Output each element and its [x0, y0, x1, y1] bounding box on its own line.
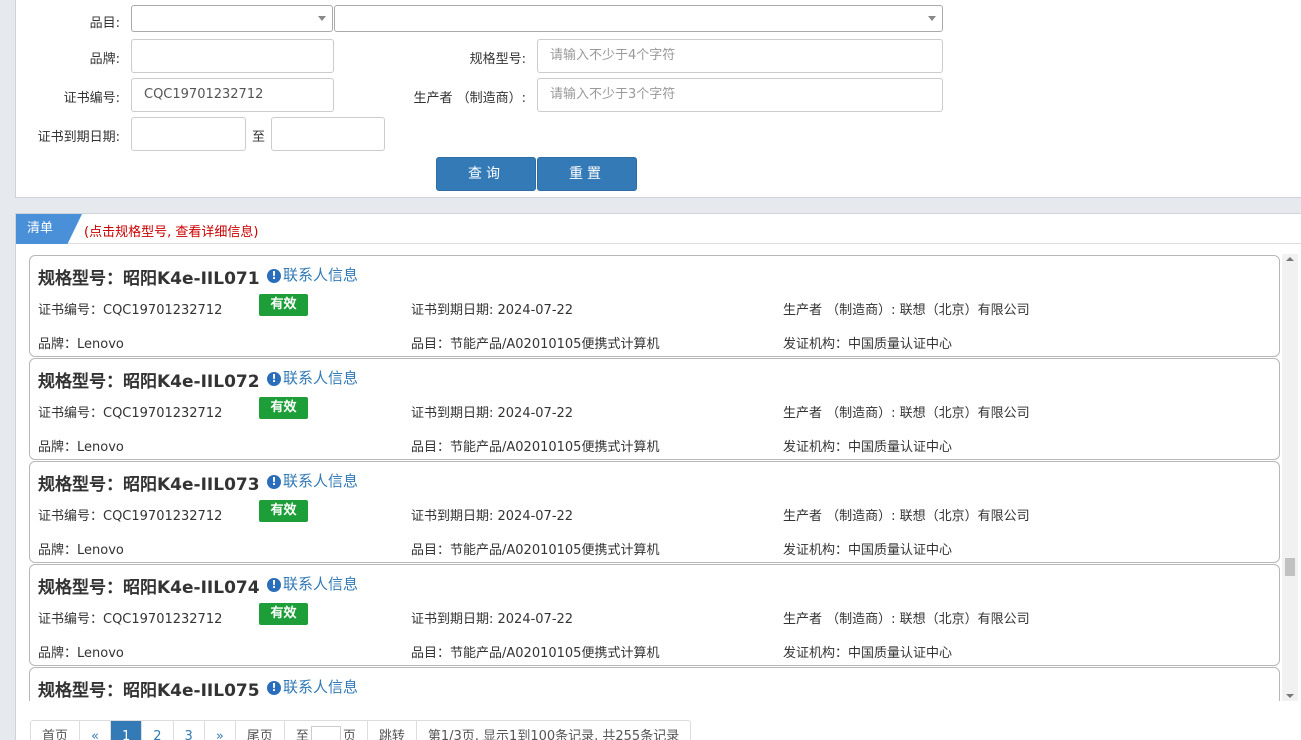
cert-no: 证书编号：CQC19701232712 — [38, 406, 223, 421]
cert-no: 证书编号：CQC19701232712 — [38, 612, 223, 627]
scroll-up-icon[interactable] — [1286, 257, 1294, 261]
cert-no-input[interactable]: CQC19701232712 — [131, 78, 334, 112]
category: 品目：节能产品/A02010105便携式计算机 — [411, 337, 660, 352]
contact-info-link[interactable]: ! 联系人信息 — [267, 367, 358, 388]
cert-no: 证书编号：CQC19701232712 — [38, 303, 223, 318]
model-title-link[interactable]: 规格型号：昭阳K4e-IIL073 — [38, 470, 260, 495]
contact-info-link[interactable]: ! 联系人信息 — [267, 264, 358, 285]
brand-label: 品牌: — [89, 52, 120, 67]
issuer: 发证机构：中国质量认证中心 — [783, 646, 953, 661]
issuer: 发证机构：中国质量认证中心 — [783, 337, 953, 352]
goto-page-input[interactable] — [310, 725, 341, 740]
info-icon: ! — [267, 269, 281, 283]
model-title-link[interactable]: 规格型号：昭阳K4e-IIL075 — [38, 676, 260, 701]
chevron-down-icon — [928, 16, 936, 21]
search-panel: 品目: 品牌: 规格型号: 请输入不少于4个字符 证书编号: CQC197012… — [15, 0, 1301, 198]
first-page-button[interactable]: 首页 — [31, 721, 81, 740]
info-icon: ! — [267, 578, 281, 592]
category-select-secondary[interactable] — [334, 5, 943, 32]
scroll-down-icon[interactable] — [1286, 694, 1294, 698]
scroll-thumb[interactable] — [1285, 558, 1295, 576]
model-input[interactable]: 请输入不少于4个字符 — [537, 39, 943, 73]
list-panel: 清单 (点击规格型号, 查看详细信息) 规格型号：昭阳K4e-IIL071 ! 联… — [15, 213, 1301, 740]
manufacturer: 生产者 （制造商）: 联想（北京）有限公司 — [783, 612, 1030, 627]
page-2-button[interactable]: 2 — [142, 721, 174, 740]
query-button[interactable]: 查询 — [436, 157, 536, 191]
contact-info-link[interactable]: ! 联系人信息 — [267, 676, 358, 697]
expiry-start-input[interactable] — [131, 117, 246, 151]
list-hint: (点击规格型号, 查看详细信息) — [84, 225, 259, 240]
list-header: 清单 (点击规格型号, 查看详细信息) — [16, 214, 1301, 244]
list-scrollbar[interactable] — [1282, 254, 1298, 701]
result-card: 规格型号：昭阳K4e-IIL073 ! 联系人信息 证书编号：CQC1970123… — [29, 461, 1280, 563]
category: 品目：节能产品/A02010105便携式计算机 — [411, 543, 660, 558]
status-badge: 有效 — [259, 603, 308, 625]
expiry-to-label: 至 — [251, 130, 265, 145]
brand: 品牌：Lenovo — [38, 337, 124, 352]
status-badge: 有效 — [259, 397, 308, 419]
expiry-end-input[interactable] — [271, 117, 385, 151]
manufacturer: 生产者 （制造商）: 联想（北京）有限公司 — [783, 509, 1030, 524]
result-card: 规格型号：昭阳K4e-IIL074 ! 联系人信息 证书编号：CQC1970123… — [29, 564, 1280, 666]
model-title-link[interactable]: 规格型号：昭阳K4e-IIL072 — [38, 367, 260, 392]
model-title-link[interactable]: 规格型号：昭阳K4e-IIL074 — [38, 573, 260, 598]
model-title-link[interactable]: 规格型号：昭阳K4e-IIL071 — [38, 264, 260, 289]
maker-label: 生产者 （制造商）: — [413, 91, 526, 106]
contact-info-link[interactable]: ! 联系人信息 — [267, 573, 358, 594]
category-label: 品目: — [89, 16, 120, 31]
reset-button[interactable]: 重置 — [537, 157, 637, 191]
category-select-primary[interactable] — [131, 5, 333, 32]
expiry-date: 证书到期日期: 2024-07-22 — [411, 509, 574, 524]
page-3-button[interactable]: 3 — [174, 721, 205, 740]
brand: 品牌：Lenovo — [38, 543, 124, 558]
prev-page-button[interactable]: « — [80, 721, 111, 740]
status-badge: 有效 — [259, 294, 308, 316]
cert-no-label: 证书编号: — [63, 91, 120, 106]
model-label: 规格型号: — [469, 52, 526, 67]
brand-input[interactable] — [131, 39, 334, 73]
status-badge: 有效 — [259, 500, 308, 522]
brand: 品牌：Lenovo — [38, 646, 124, 661]
info-icon: ! — [267, 681, 281, 695]
result-card: 规格型号：昭阳K4e-IIL075 ! 联系人信息 — [29, 667, 1280, 701]
next-page-button[interactable]: » — [205, 721, 236, 740]
manufacturer: 生产者 （制造商）: 联想（北京）有限公司 — [783, 406, 1030, 421]
result-card: 规格型号：昭阳K4e-IIL071 ! 联系人信息 证书编号：CQC1970123… — [29, 255, 1280, 357]
brand: 品牌：Lenovo — [38, 440, 124, 455]
list-tab[interactable]: 清单 — [16, 214, 82, 244]
chevron-down-icon — [318, 16, 326, 21]
expiry-date: 证书到期日期: 2024-07-22 — [411, 303, 574, 318]
contact-info-link[interactable]: ! 联系人信息 — [267, 470, 358, 491]
category: 品目：节能产品/A02010105便携式计算机 — [411, 646, 660, 661]
category: 品目：节能产品/A02010105便携式计算机 — [411, 440, 660, 455]
goto-page-group: 至页 — [285, 721, 368, 740]
expiry-date: 证书到期日期: 2024-07-22 — [411, 612, 574, 627]
result-list: 规格型号：昭阳K4e-IIL071 ! 联系人信息 证书编号：CQC1970123… — [16, 254, 1284, 701]
maker-input[interactable]: 请输入不少于3个字符 — [537, 78, 943, 112]
page-1-button[interactable]: 1 — [110, 721, 143, 740]
info-icon: ! — [267, 475, 281, 489]
issuer: 发证机构：中国质量认证中心 — [783, 543, 953, 558]
info-icon: ! — [267, 372, 281, 386]
app-root: 品目: 品牌: 规格型号: 请输入不少于4个字符 证书编号: CQC197012… — [0, 0, 1301, 740]
last-page-button[interactable]: 尾页 — [236, 721, 285, 740]
expiry-label: 证书到期日期: — [37, 130, 120, 145]
issuer: 发证机构：中国质量认证中心 — [783, 440, 953, 455]
jump-button[interactable]: 跳转 — [368, 721, 417, 740]
pagination-summary: 第1/3页, 显示1到100条记录, 共255条记录 — [427, 729, 680, 740]
expiry-date: 证书到期日期: 2024-07-22 — [411, 406, 574, 421]
result-card: 规格型号：昭阳K4e-IIL072 ! 联系人信息 证书编号：CQC1970123… — [29, 358, 1280, 460]
cert-no: 证书编号：CQC19701232712 — [38, 509, 223, 524]
pagination: 首页 « 1 2 3 » 尾页 至页 跳转 第1/3页, 显示1到100条记录,… — [30, 720, 692, 740]
manufacturer: 生产者 （制造商）: 联想（北京）有限公司 — [783, 303, 1030, 318]
